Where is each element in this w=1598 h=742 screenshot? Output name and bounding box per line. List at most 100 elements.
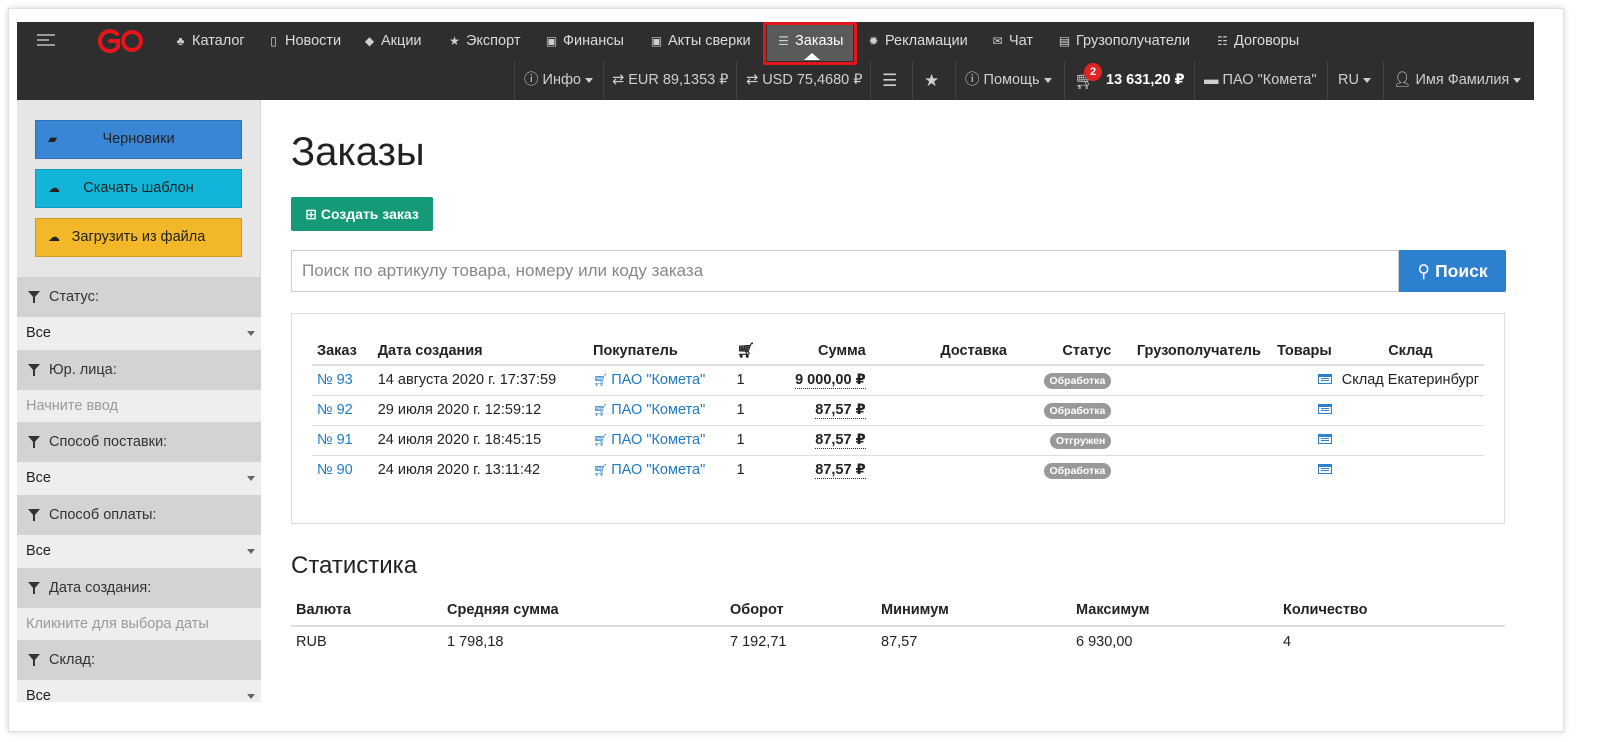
column-header[interactable]: Дата создания — [372, 334, 589, 366]
column-header[interactable]: Сумма — [763, 334, 871, 366]
money-icon: ▣ — [545, 34, 558, 48]
nav-divider — [1194, 61, 1195, 100]
filter-payment-select[interactable]: Все — [17, 535, 261, 568]
user-dropdown[interactable]: 👤︎ Имя Фамилия — [1393, 61, 1522, 100]
order-delivery — [870, 395, 1012, 426]
exchange-icon: ⇄ — [746, 72, 763, 88]
favorites-star-icon[interactable]: ★ — [924, 61, 939, 100]
buyer-link[interactable]: 🛒︎ ПАО "Комета" — [593, 432, 705, 448]
column-header[interactable]: Склад — [1336, 334, 1484, 366]
order-items-icon[interactable] — [1317, 404, 1332, 414]
filter-placeholder: Кликните для выбора даты — [26, 616, 209, 632]
filter-icon — [28, 364, 40, 376]
filter-date-input[interactable]: Кликните для выбора даты — [17, 608, 261, 641]
order-sum[interactable]: 87,57 ₽ — [815, 432, 866, 449]
list-view-icon[interactable]: ☰ — [882, 61, 897, 100]
cart-icon: 🛒︎ — [593, 433, 609, 447]
order-items-icon[interactable] — [1317, 374, 1332, 385]
nav-item-finance[interactable]: ▣ Финансы — [545, 22, 624, 61]
eur-rate[interactable]: ⇄ EUR 89,1353 ₽ — [612, 61, 729, 100]
page-title: Заказы — [291, 130, 425, 174]
order-date: 14 августа 2020 г. 17:37:59 — [372, 365, 589, 396]
column-header[interactable]: Покупатель — [588, 334, 732, 366]
nav-item-contracts[interactable]: ☷ Договоры — [1216, 22, 1299, 61]
column-header[interactable]: Доставка — [870, 334, 1012, 366]
filter-status-select[interactable]: Все — [17, 317, 261, 350]
plus-square-icon: ⊞ — [305, 206, 321, 222]
file-icon: ▯ — [270, 34, 277, 48]
filter-payment-header[interactable]: Способ оплаты: — [17, 495, 261, 535]
nav-item-promos[interactable]: ◆ Акции — [363, 22, 422, 61]
info-icon: ⓘ — [965, 72, 984, 88]
nav-divider — [736, 61, 737, 100]
dropdown-arrow-icon — [247, 476, 255, 481]
order-date: 29 июля 2020 г. 12:59:12 — [372, 395, 589, 426]
nav-item-news[interactable]: ▯ Новости — [267, 22, 341, 61]
upload-file-button[interactable]: ☁ Загрузить из файла — [35, 218, 242, 257]
download-template-button[interactable]: ☁ Скачать шаблон — [35, 169, 242, 208]
brand-logo[interactable] — [96, 28, 146, 54]
menu-toggle-icon[interactable] — [37, 34, 55, 48]
nav-item-label: Договоры — [1234, 33, 1300, 49]
search-input[interactable]: Поиск по артикулу товара, номеру или код… — [291, 250, 1399, 292]
column-header[interactable]: Статус — [1011, 334, 1117, 366]
column-header: Минимум — [876, 595, 1071, 627]
filter-date-header[interactable]: Дата создания: — [17, 568, 261, 608]
order-link[interactable]: № 91 — [317, 432, 353, 448]
filter-warehouse-select[interactable]: Все — [17, 680, 261, 702]
filter-delivery-header[interactable]: Способ поставки: — [17, 422, 261, 462]
language-dropdown[interactable]: RU — [1338, 61, 1371, 100]
nav-item-catalog[interactable]: ♣ Каталог — [174, 22, 245, 61]
info-dropdown[interactable]: ⓘ Инфо — [524, 61, 593, 100]
list-alt-icon: ☷ — [1217, 34, 1228, 48]
nav-item-reconciliation[interactable]: ▣ Акты сверки — [650, 22, 751, 61]
drafts-button[interactable]: ▰ Черновики — [35, 120, 242, 159]
order-link[interactable]: № 92 — [317, 402, 353, 418]
order-sum[interactable]: 9 000,00 ₽ — [795, 372, 866, 390]
stats-header-row: Валюта Средняя сумма Оборот Минимум Макс… — [291, 595, 1505, 627]
filter-legal-input[interactable]: Начните ввод — [17, 390, 261, 423]
cloud-upload-icon: ☁ — [48, 230, 60, 244]
stats-cell: 6 930,00 — [1076, 634, 1133, 650]
cart-icon: 🛒︎ — [593, 463, 609, 478]
nav-item-consignees[interactable]: ▤ Грузополучатели — [1058, 22, 1190, 61]
table-row: RUB 1 798,18 7 192,71 87,57 6 930,00 4 — [291, 626, 1505, 657]
buyer-link[interactable]: 🛒︎ ПАО "Комета" — [593, 402, 705, 418]
column-header: Количество — [1278, 595, 1505, 627]
cart-total[interactable]: 13 631,20 ₽ — [1106, 61, 1185, 100]
filter-legal-header[interactable]: Юр. лица: — [17, 350, 261, 390]
nav-item-label: Новости — [285, 33, 342, 49]
company-selector[interactable]: ▬ ПАО "Комета" — [1204, 61, 1317, 100]
order-items-icon[interactable] — [1317, 464, 1332, 475]
buyer-link[interactable]: 🛒︎ ПАО "Комета" — [593, 462, 705, 478]
dropdown-arrow-icon — [247, 549, 255, 554]
top-navbar: ♣ Каталог ▯ Новости ◆ Акции ★ Экспорт ▣ Финан… — [17, 22, 1534, 100]
info-label: Инфо — [542, 72, 581, 88]
column-header[interactable]: Заказ — [312, 334, 373, 366]
nav-item-export[interactable]: ★ Экспорт — [448, 22, 520, 61]
dropdown-arrow-icon — [247, 331, 255, 336]
archive-icon: ▤ — [1058, 34, 1071, 48]
filter-status-header[interactable]: Статус: — [17, 277, 261, 317]
status-badge: Отгружен — [1049, 432, 1112, 449]
order-link[interactable]: № 93 — [317, 372, 353, 388]
create-order-button[interactable]: ⊞ Создать заказ — [291, 197, 433, 231]
usd-rate[interactable]: ⇄ USD 75,4680 ₽ — [746, 61, 863, 100]
buyer-link[interactable]: 🛒︎ ПАО "Комета" — [593, 372, 705, 388]
nav-item-label: Финансы — [563, 33, 624, 49]
order-sum[interactable]: 87,57 ₽ — [815, 402, 866, 419]
nav-item-chat[interactable]: ✉ Чат — [991, 22, 1033, 61]
nav-item-claims[interactable]: ✹ Рекламации — [867, 22, 967, 61]
order-items-icon[interactable] — [1317, 434, 1332, 444]
order-sum[interactable]: 87,57 ₽ — [815, 462, 866, 480]
order-link[interactable]: № 90 — [317, 462, 353, 478]
drafts-label: Черновики — [102, 131, 175, 147]
order-qty: 1 — [736, 462, 745, 479]
filter-delivery-select[interactable]: Все — [17, 462, 261, 495]
help-dropdown[interactable]: ⓘ Помощь — [965, 61, 1052, 100]
column-header[interactable]: Товары — [1265, 334, 1337, 366]
filter-icon — [28, 509, 40, 521]
search-button[interactable]: ⚲ Поиск — [1399, 250, 1506, 292]
column-header[interactable]: Грузополучатель — [1116, 334, 1266, 366]
filter-warehouse-header[interactable]: Склад: — [17, 640, 261, 680]
